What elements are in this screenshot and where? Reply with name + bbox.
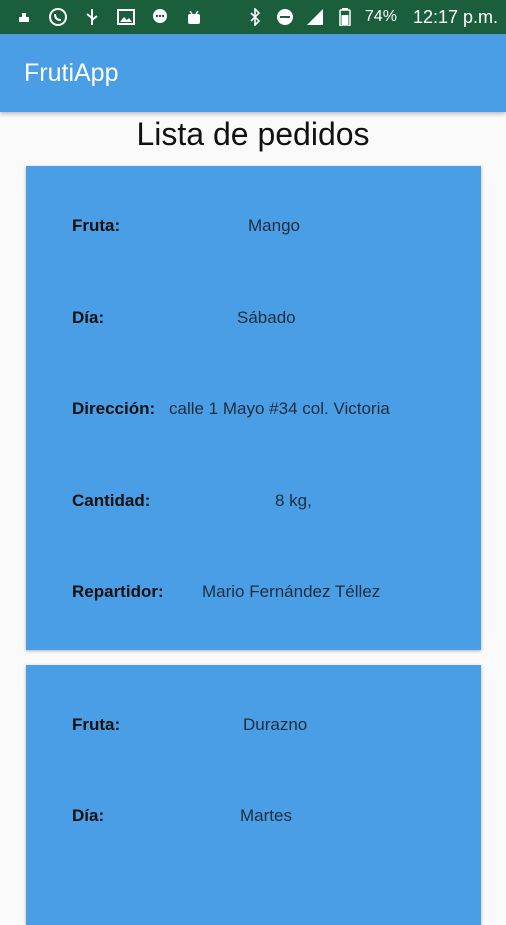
fruta-value: Durazno	[243, 715, 308, 734]
usb-icon	[82, 7, 102, 27]
chat-icon	[150, 7, 170, 27]
dia-value: Martes	[240, 806, 292, 825]
clock: 12:17 p.m.	[412, 6, 498, 27]
bluetooth-icon	[245, 7, 265, 27]
image-icon	[116, 7, 136, 27]
battery-level: 74%	[364, 8, 397, 25]
page-title: Lista de pedidos	[136, 116, 370, 152]
dia-value: Sábado	[237, 308, 296, 327]
do-not-disturb-icon	[275, 7, 295, 27]
order-card[interactable]: Fruta: Durazno Día: Martes	[26, 665, 481, 925]
cantidad-label: Cantidad:	[72, 491, 151, 510]
status-bar-system: 74% 12:17 p.m.	[245, 7, 498, 28]
dia-label: Día:	[72, 806, 105, 825]
direccion-label: Dirección:	[72, 399, 156, 418]
status-bar: 74% 12:17 p.m.	[0, 0, 506, 34]
order-row-dia: Día: Sábado	[72, 308, 481, 332]
order-row-fruta: Fruta: Durazno	[72, 715, 481, 739]
order-row-repartidor: Repartidor: Mario Fernández Téllez	[72, 582, 481, 606]
repartidor-value: Mario Fernández Téllez	[202, 582, 381, 601]
android-icon	[184, 7, 204, 27]
direccion-value: calle 1 Mayo #34 col. Victoria	[169, 399, 390, 418]
order-row-fruta: Fruta: Mango	[72, 216, 481, 240]
fruta-label: Fruta:	[72, 216, 121, 235]
fruta-value: Mango	[248, 216, 300, 235]
app-bar: FrutiApp	[0, 34, 506, 112]
order-row-cantidad: Cantidad: 8 kg,	[72, 491, 481, 515]
order-card[interactable]: Fruta: Mango Día: Sábado Dirección: call…	[26, 166, 481, 650]
order-row-dia: Día: Martes	[72, 806, 481, 830]
order-row-direccion: Dirección: calle 1 Mayo #34 col. Victori…	[72, 399, 481, 423]
dia-label: Día:	[72, 308, 105, 327]
whatsapp-icon	[48, 7, 68, 27]
battery-icon	[335, 7, 355, 27]
signal-icon	[305, 7, 325, 27]
fruta-label: Fruta:	[72, 715, 121, 734]
cantidad-value: 8 kg,	[275, 491, 312, 510]
notification-icon	[14, 7, 34, 27]
app-title: FrutiApp	[24, 58, 119, 87]
repartidor-label: Repartidor:	[72, 582, 164, 601]
status-bar-notifications	[14, 7, 204, 27]
